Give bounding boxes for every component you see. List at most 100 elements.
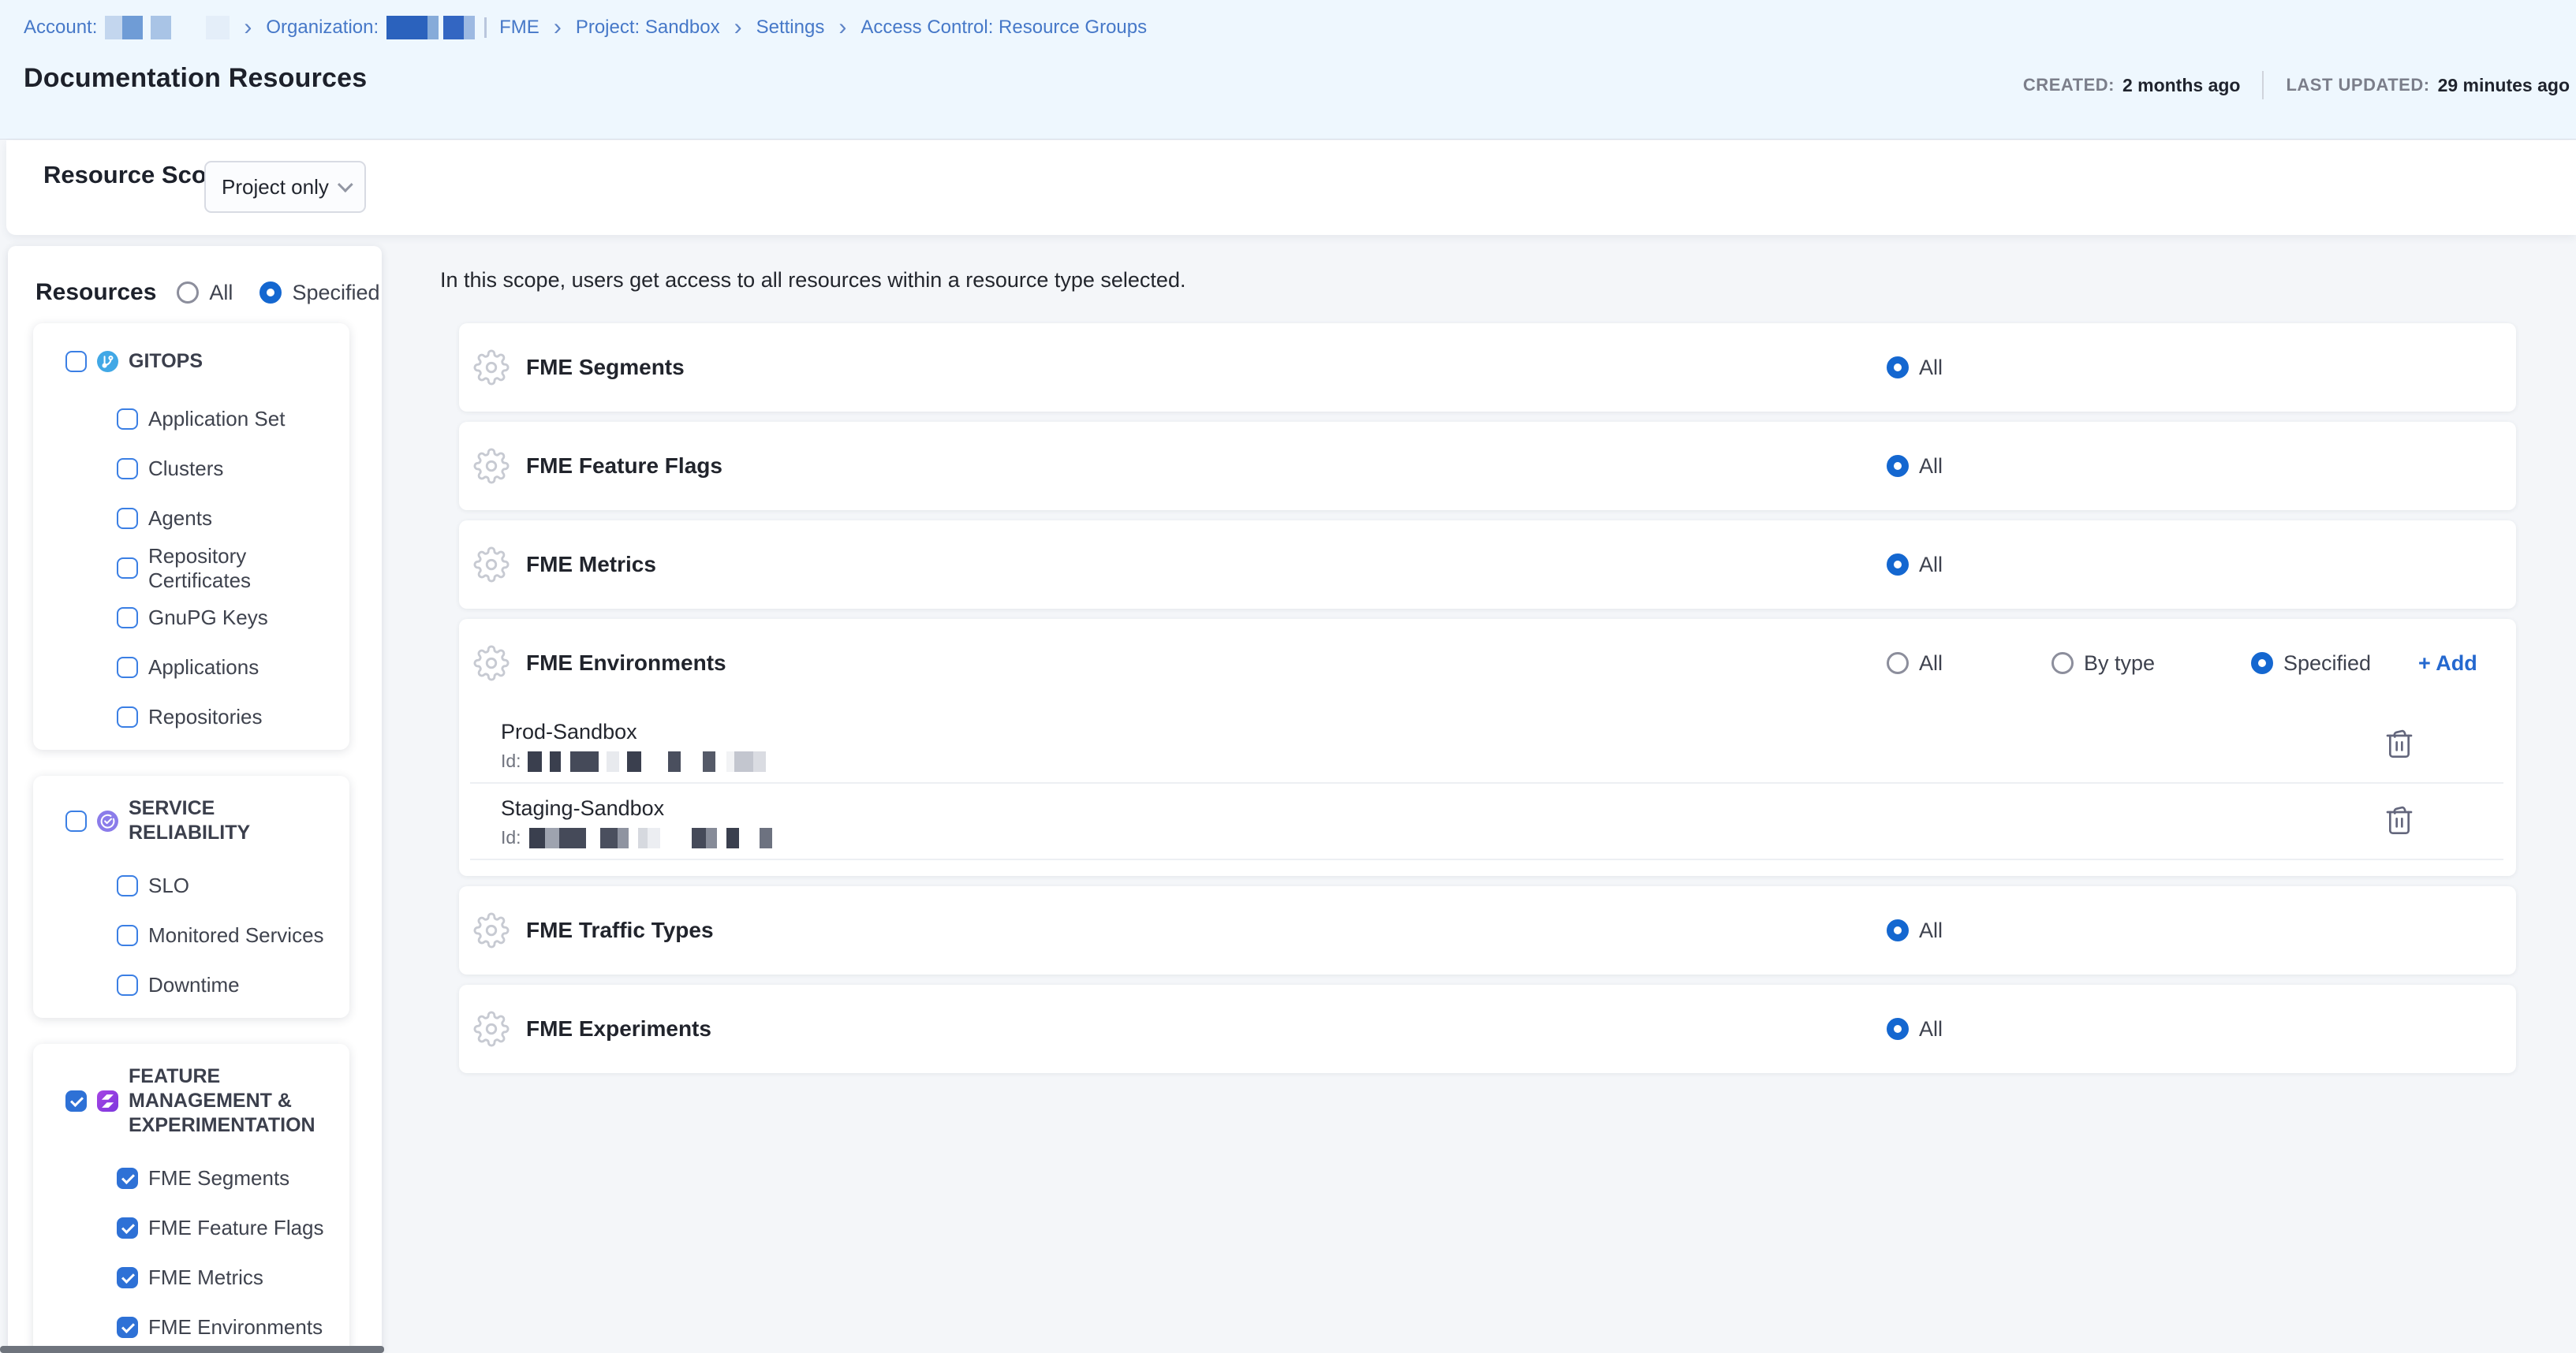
radio-icon[interactable]	[1887, 356, 1909, 378]
radio-icon[interactable]	[1887, 919, 1909, 941]
redacted-account-name	[105, 16, 230, 39]
radio-icon[interactable]	[1887, 554, 1909, 576]
group-card-gitops: GITOPS Application Set Clusters Agents	[33, 323, 349, 750]
checkbox[interactable]	[117, 557, 138, 579]
redacted-environment-id	[528, 751, 766, 772]
resource-row-fme-experiments: FME Experiments All	[459, 985, 2516, 1073]
group-card-fme: FEATURE MANAGEMENT & EXPERIMENTATION FME…	[33, 1044, 349, 1353]
checkbox[interactable]	[117, 408, 138, 430]
group-header-fme: FEATURE MANAGEMENT & EXPERIMENTATION	[33, 1064, 349, 1138]
sidebar-item-fme-metrics[interactable]: FME Metrics	[33, 1253, 349, 1303]
breadcrumb-account-link[interactable]: Account:	[24, 17, 97, 39]
checkbox[interactable]	[117, 1217, 138, 1239]
specified-radio[interactable]: Specified	[2251, 651, 2371, 676]
resource-row-fme-environments: FME Environments All By type Specified +…	[459, 619, 2516, 876]
checkbox[interactable]	[117, 1267, 138, 1288]
checkbox[interactable]	[117, 458, 138, 479]
all-radio[interactable]: All	[1887, 553, 1943, 577]
breadcrumb-organization-visible[interactable]: FME	[499, 17, 539, 39]
checkbox[interactable]	[117, 1168, 138, 1189]
resource-scope-select[interactable]: Project only	[204, 161, 366, 213]
resource-row-fme-metrics: FME Metrics All	[459, 520, 2516, 609]
sidebar-item-fme-feature-flags[interactable]: FME Feature Flags	[33, 1203, 349, 1253]
resources-specified-radio[interactable]: Specified	[259, 281, 379, 305]
gear-icon	[473, 349, 510, 386]
delete-environment-button[interactable]	[2384, 728, 2415, 759]
all-radio[interactable]: All	[1887, 454, 1943, 479]
service-reliability-checkbox[interactable]	[65, 811, 87, 832]
fme-checkbox[interactable]	[65, 1090, 87, 1112]
resource-scope-section: Resource Scope Project only	[6, 140, 2576, 235]
sidebar-item-fme-segments[interactable]: FME Segments	[33, 1154, 349, 1203]
radio-icon[interactable]	[1887, 1018, 1909, 1040]
chevron-right-icon: ›	[838, 18, 846, 37]
gear-icon	[473, 912, 510, 949]
radio-icon[interactable]	[177, 281, 199, 304]
delete-environment-button[interactable]	[2384, 804, 2415, 836]
last-updated-label: LAST UPDATED:	[2286, 75, 2429, 95]
checkbox[interactable]	[117, 925, 138, 946]
resource-row-fme-feature-flags: FME Feature Flags All	[459, 422, 2516, 510]
checkbox[interactable]	[117, 975, 138, 996]
sidebar-item-repositories[interactable]: Repositories	[33, 692, 349, 742]
resources-sidebar: Resources All Specified GITOPS	[8, 246, 382, 1353]
all-radio[interactable]: All	[1887, 356, 1943, 380]
resource-row-fme-traffic-types: FME Traffic Types All	[459, 886, 2516, 975]
radio-icon[interactable]	[259, 281, 282, 304]
group-header-service-reliability: SERVICE RELIABILITY	[33, 796, 349, 845]
row-title: FME Traffic Types	[526, 918, 714, 943]
breadcrumb-organization-link[interactable]: Organization:	[266, 17, 379, 39]
chevron-right-icon: ›	[734, 18, 742, 37]
add-environment-button[interactable]: + Add	[2418, 651, 2477, 676]
main-panel: In this scope, users get access to all r…	[439, 235, 2518, 1073]
group-header-gitops: GITOPS	[33, 344, 349, 378]
last-updated-value: 29 minutes ago	[2438, 75, 2570, 96]
sidebar-item-application-set[interactable]: Application Set	[33, 394, 349, 444]
header-meta: CREATED: 2 months ago LAST UPDATED: 29 m…	[2023, 69, 2570, 101]
gear-icon	[473, 645, 510, 681]
environment-id: Id:	[501, 827, 772, 848]
created-label: CREATED:	[2023, 75, 2115, 95]
all-radio[interactable]: All	[1887, 1017, 1943, 1042]
radio-icon[interactable]	[2251, 652, 2273, 674]
checkbox[interactable]	[117, 1317, 138, 1338]
sidebar-item-downtime[interactable]: Downtime	[33, 960, 349, 1010]
page-header: Account: › Organization: FME › Project: …	[0, 0, 2576, 140]
sidebar-item-agents[interactable]: Agents	[33, 494, 349, 543]
sidebar-item-repository-certificates[interactable]: Repository Certificates	[33, 543, 349, 593]
sidebar-item-gnupg-keys[interactable]: GnuPG Keys	[33, 593, 349, 643]
sidebar-item-monitored-services[interactable]: Monitored Services	[33, 911, 349, 960]
breadcrumb-settings-link[interactable]: Settings	[756, 17, 825, 39]
gear-icon	[473, 1011, 510, 1047]
page-title: Documentation Resources	[24, 63, 367, 94]
breadcrumb-access-control-link[interactable]: Access Control: Resource Groups	[861, 17, 1147, 39]
checkbox[interactable]	[117, 875, 138, 896]
radio-icon[interactable]	[1887, 652, 1909, 674]
checkbox[interactable]	[117, 657, 138, 678]
all-radio[interactable]: All	[1887, 651, 1943, 676]
gitops-checkbox[interactable]	[65, 351, 87, 372]
resources-heading: Resources	[35, 279, 156, 306]
radio-icon[interactable]	[2051, 652, 2074, 674]
divider	[484, 17, 487, 38]
by-type-radio[interactable]: By type	[2051, 651, 2155, 676]
group-card-service-reliability: SERVICE RELIABILITY SLO Monitored Servic…	[33, 776, 349, 1018]
sidebar-item-clusters[interactable]: Clusters	[33, 444, 349, 494]
chevron-down-icon	[338, 177, 353, 192]
checkbox[interactable]	[117, 706, 138, 728]
sidebar-horizontal-scrollbar[interactable]	[0, 1346, 384, 1353]
checkbox[interactable]	[117, 508, 138, 529]
sidebar-item-slo[interactable]: SLO	[33, 861, 349, 911]
group-name[interactable]: FEATURE MANAGEMENT & EXPERIMENTATION	[129, 1064, 334, 1138]
created-value: 2 months ago	[2122, 75, 2241, 96]
checkbox[interactable]	[117, 607, 138, 628]
all-radio[interactable]: All	[1887, 919, 1943, 943]
group-name[interactable]: GITOPS	[129, 349, 203, 374]
sidebar-item-fme-environments[interactable]: FME Environments	[33, 1303, 349, 1352]
radio-icon[interactable]	[1887, 455, 1909, 477]
sidebar-item-applications[interactable]: Applications	[33, 643, 349, 692]
breadcrumb-project-link[interactable]: Project: Sandbox	[576, 17, 720, 39]
group-name[interactable]: SERVICE RELIABILITY	[129, 796, 334, 845]
gear-icon	[473, 448, 510, 484]
resources-all-radio[interactable]: All	[177, 281, 233, 305]
